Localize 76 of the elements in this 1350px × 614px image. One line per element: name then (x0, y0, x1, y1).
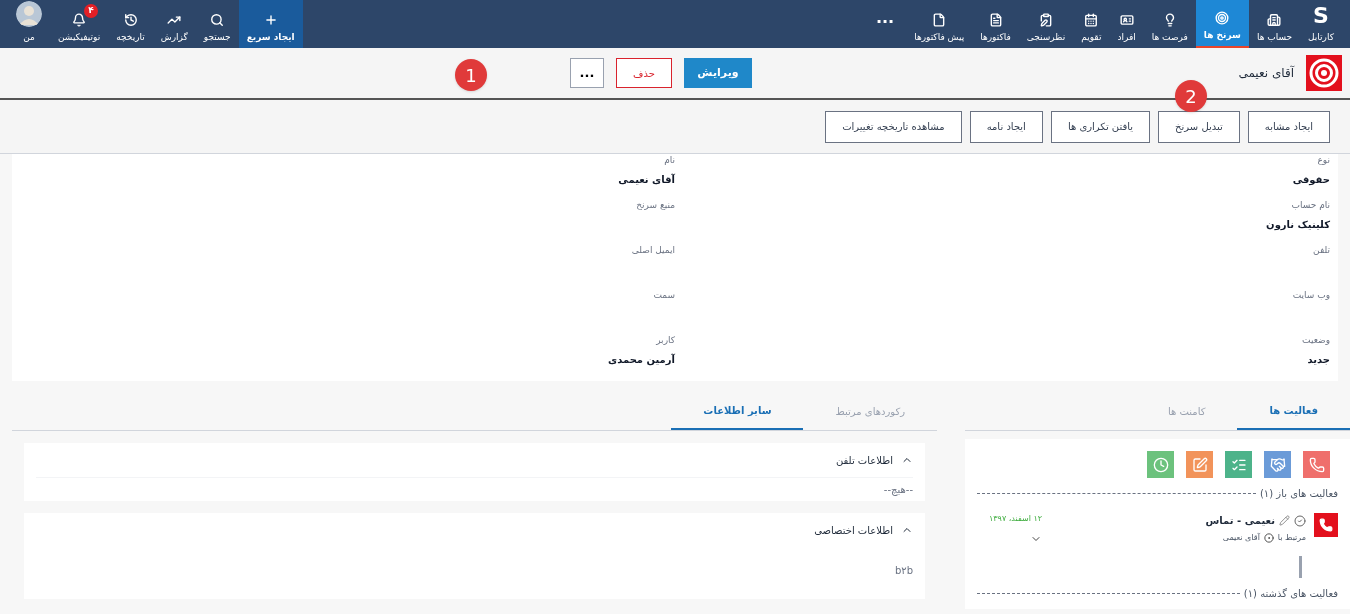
nav-item[interactable]: فرصت ها (1143, 0, 1196, 48)
field-value: جدید (1307, 352, 1330, 367)
check-icon (1294, 514, 1306, 527)
file-icon (932, 12, 947, 27)
calendar-icon (1084, 12, 1099, 27)
id-card-icon (1119, 12, 1134, 27)
section-header[interactable]: اطلاعات اختصاصی (814, 513, 913, 547)
notification-badge: ۴ (84, 4, 98, 18)
tab[interactable]: سایر اطلاعات (671, 393, 804, 430)
handshake-icon[interactable] (1264, 451, 1291, 478)
phone-icon[interactable] (1303, 451, 1330, 478)
target-icon (1263, 533, 1274, 543)
field-label: نام حساب (1291, 199, 1330, 212)
field-value: آقای نعیمی (618, 172, 675, 187)
nav-item[interactable]: جستجو (195, 0, 239, 48)
nav-item[interactable]: گزارش (152, 0, 196, 48)
field-label: ایمیل اصلی (631, 244, 675, 257)
field-value: حقوقی (1292, 172, 1330, 187)
action-button[interactable]: تبدیل سرنخ (1158, 110, 1240, 143)
logo: S (1313, 4, 1329, 27)
edit-button[interactable]: ویرایش (684, 58, 752, 88)
section-heading: فعالیت های گذشته (۱) (1243, 587, 1338, 601)
nav-item[interactable]: تاریخچه (108, 0, 153, 48)
note-icon[interactable] (1186, 451, 1213, 478)
tab[interactable]: فعالیت ها (1237, 393, 1350, 430)
field-label: تلفن (1313, 244, 1330, 257)
nav-item[interactable]: من (8, 0, 50, 48)
field-label: کاربر (656, 334, 675, 347)
delete-button[interactable]: حذف (616, 58, 672, 88)
section-value: --هیچ-- (883, 483, 913, 497)
document-icon (988, 12, 1003, 27)
field-label: نوع (1317, 154, 1330, 167)
nav-item[interactable]: ۴ نوتیفیکیشن (50, 0, 109, 48)
nav-item[interactable]: فاکتورها (972, 0, 1019, 48)
action-button[interactable]: ایجاد نامه (969, 110, 1043, 143)
field-value: کلینیک نارون (1266, 217, 1330, 232)
scroll-handle (1299, 556, 1302, 578)
nav-item[interactable]: نظرسنجی (1018, 0, 1074, 48)
target-icon (1215, 10, 1230, 25)
field-label: وب سایت (1292, 289, 1330, 302)
nav-item[interactable]: ایجاد سریع (238, 0, 303, 48)
activity-title[interactable]: نعیمی - تماس (1205, 513, 1275, 528)
field-value: آرمین محمدی (608, 352, 675, 367)
more-button[interactable]: ... (863, 0, 907, 48)
nav-item[interactable]: حساب ها (1248, 0, 1301, 48)
bell-icon (72, 12, 87, 27)
action-button[interactable]: یافتن تکراری ها (1050, 110, 1151, 143)
clock-icon[interactable] (1147, 451, 1174, 478)
search-icon (210, 12, 225, 27)
related-label: مرتبط با (1277, 532, 1306, 544)
avatar (16, 0, 42, 27)
record-title: آقای نعیمی (1237, 64, 1294, 82)
phone-icon (1314, 513, 1338, 537)
history-icon (123, 12, 138, 27)
nav-item[interactable]: سرنخ ها (1195, 0, 1249, 48)
more-button[interactable]: ... (570, 58, 604, 88)
field-label: وضعیت (1302, 334, 1330, 347)
field-label: نام (664, 154, 675, 167)
action-button[interactable]: ایجاد مشابه (1247, 110, 1330, 143)
nav-item[interactable]: تقویم (1073, 0, 1110, 48)
nav-item[interactable]: افراد (1109, 0, 1144, 48)
section-value: b۲b (894, 564, 913, 578)
action-button[interactable]: مشاهده تاریخچه تغییرات (825, 110, 962, 143)
plus-icon (263, 12, 278, 27)
activity-date: ۱۲ اسفند، ۱۳۹۷ (989, 513, 1043, 525)
target-icon (1306, 55, 1342, 91)
nav-item[interactable]: پیش فاکتورها (906, 0, 973, 48)
section-header[interactable]: اطلاعات تلفن (835, 443, 913, 477)
clipboard-icon (1039, 12, 1053, 27)
related-name[interactable]: آقای نعیمی (1222, 532, 1260, 544)
field-label: منبع سرنخ (636, 199, 675, 212)
section-heading: فعالیت های باز (۱) (1259, 487, 1338, 501)
edit-icon[interactable] (1279, 515, 1290, 526)
building-icon (1267, 12, 1282, 27)
checklist-icon[interactable] (1225, 451, 1252, 478)
field-label: سمت (653, 289, 675, 302)
